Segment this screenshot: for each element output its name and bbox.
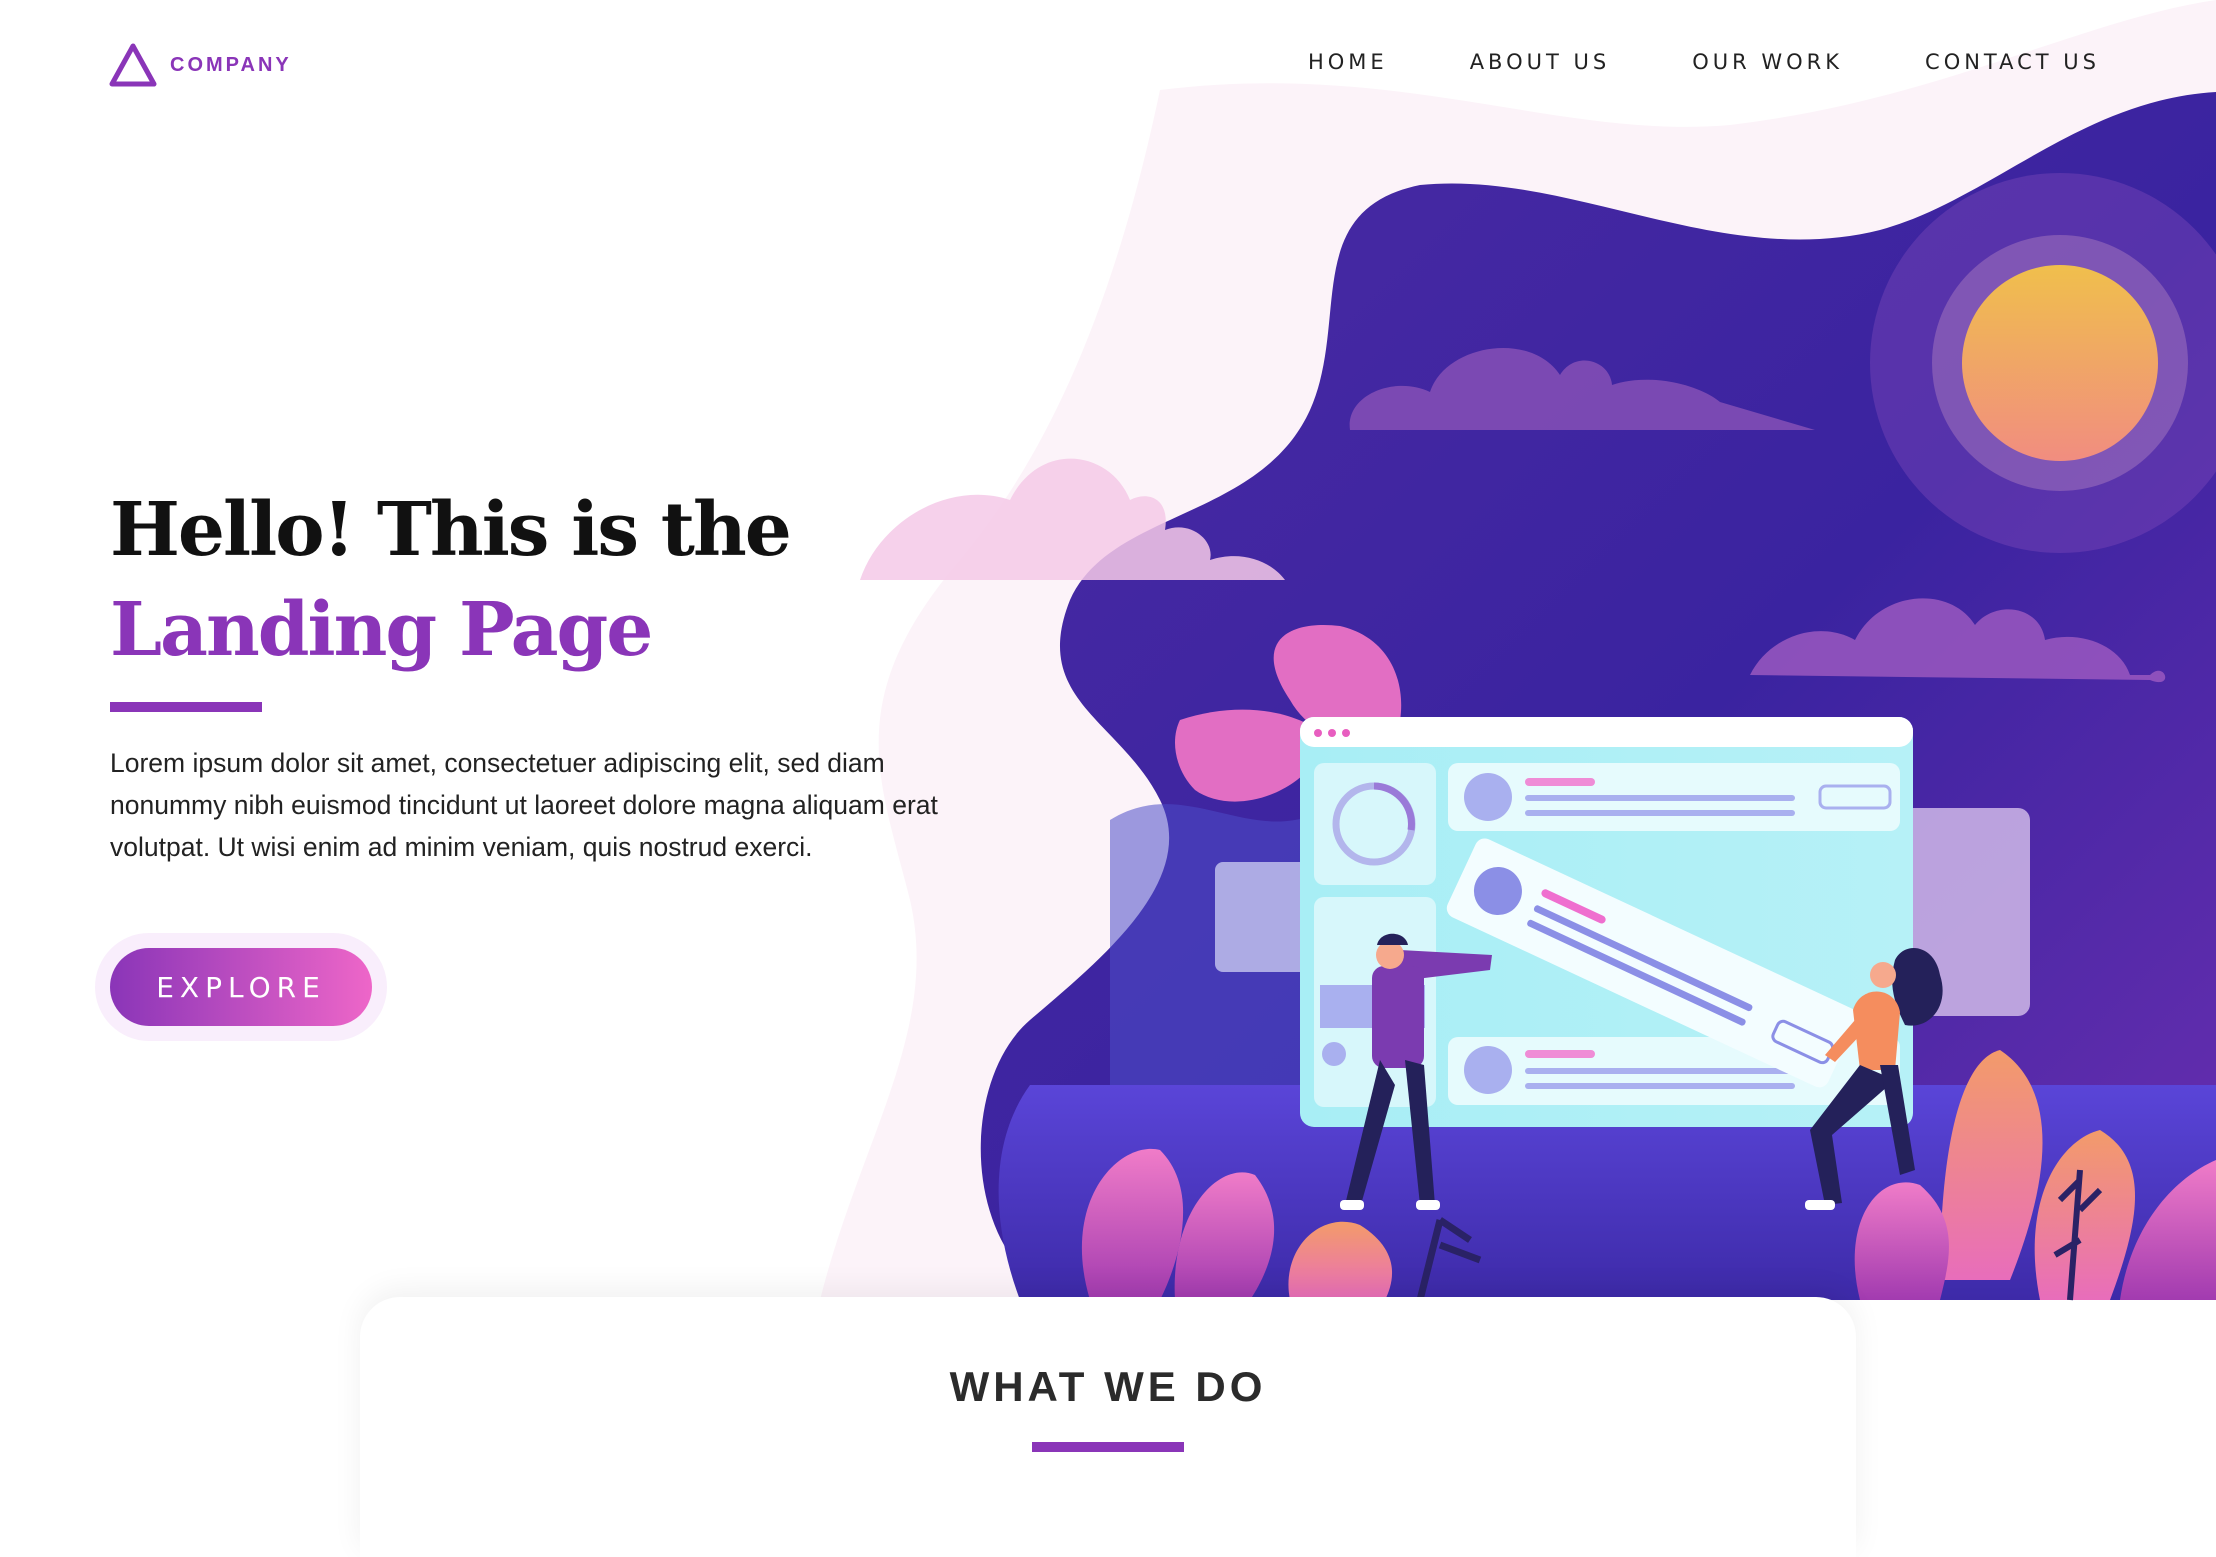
nav-home[interactable]: HOME (1308, 50, 1388, 74)
section-underline (1032, 1442, 1184, 1452)
nav-our-work[interactable]: OUR WORK (1692, 50, 1843, 74)
hero-title-line1: Hello! This is the (110, 487, 792, 573)
nav-contact-us[interactable]: CONTACT US (1925, 50, 2100, 74)
section-title: WHAT WE DO (949, 1363, 1267, 1410)
title-underline (110, 702, 262, 712)
triangle-icon (109, 43, 157, 87)
hero-section: Hello! This is the Landing Page Lorem ip… (110, 480, 1010, 895)
hero-title-line2: Landing Page (110, 587, 653, 673)
main-nav: HOME ABOUT US OUR WORK CONTACT US (1226, 50, 2100, 74)
hero-description: Lorem ipsum dolor sit amet, consectetuer… (110, 748, 938, 862)
explore-button[interactable]: EXPLORE (110, 948, 372, 1026)
browser-titlebar (1300, 717, 1913, 747)
what-we-do-card: WHAT WE DO (360, 1297, 1856, 1557)
nav-about-us[interactable]: ABOUT US (1470, 50, 1611, 74)
sun-icon (1962, 265, 2158, 461)
company-logo[interactable]: COMPANY (108, 42, 292, 88)
company-name: COMPANY (170, 53, 292, 76)
